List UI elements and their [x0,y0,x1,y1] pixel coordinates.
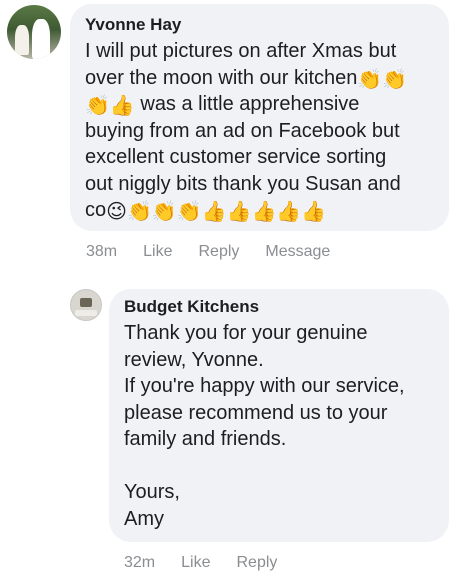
like-button[interactable]: Like [143,243,172,261]
comment-bubble: Yvonne Hay I will put pictures on after … [70,4,449,231]
comment-author[interactable]: Budget Kitchens [124,296,435,318]
comment-author[interactable]: Yvonne Hay [85,14,435,36]
avatar[interactable] [7,5,61,59]
thumbs-up-icon: 👍 [301,201,327,223]
message-button[interactable]: Message [265,243,330,261]
clapping-hands-icon: 👏 [151,201,177,223]
avatar[interactable] [70,289,102,321]
comment-actions: 32m Like Reply [124,554,303,572]
comment-text-line: over the moon with our kitchen [85,66,358,89]
comment-thread: Yvonne Hay I will put pictures on after … [0,0,461,579]
comment-timestamp[interactable]: 32m [124,554,155,572]
avatar-figure [32,19,50,59]
comment-actions: 38m Like Reply Message [86,243,356,261]
comment-text-line: buying from an ad on Facebook but [85,119,400,142]
reply-button[interactable]: Reply [236,554,277,572]
comment-text-line: was a little apprehensive [134,93,360,115]
avatar-figure [75,310,97,316]
avatar-figure [80,298,92,307]
clapping-hands-icon: 👏 [85,95,110,117]
clapping-hands-icon: 👏 [357,68,383,91]
avatar-figure [15,25,29,55]
comment-timestamp[interactable]: 38m [86,243,117,261]
reply-bubble: Budget Kitchens Thank you for your genui… [109,289,449,542]
comment-text: Thank you for your genuine review, Yvonn… [124,322,405,530]
comment-text: I will put pictures on after Xmas but ov… [85,38,435,224]
like-button[interactable]: Like [181,554,210,572]
thumbs-up-icon: 👍 [109,95,135,117]
thumbs-up-icon: 👍 [251,201,277,223]
comment-text-line: out niggly bits thank you Susan and [85,172,401,195]
clapping-hands-icon: 👏 [176,201,202,223]
comment-text-line: co [85,199,107,221]
reply-button[interactable]: Reply [198,243,239,261]
thumbs-up-icon: 👍 [276,201,302,223]
winking-face-icon: 😉 [106,201,127,223]
comment-text-line: excellent customer service sorting [85,146,387,168]
comment-text-line: I will put pictures on after Xmas but [85,40,397,62]
clapping-hands-icon: 👏 [126,201,152,223]
thumbs-up-icon: 👍 [201,201,227,223]
thumbs-up-icon: 👍 [226,201,252,223]
clapping-hands-icon: 👏 [382,68,408,91]
